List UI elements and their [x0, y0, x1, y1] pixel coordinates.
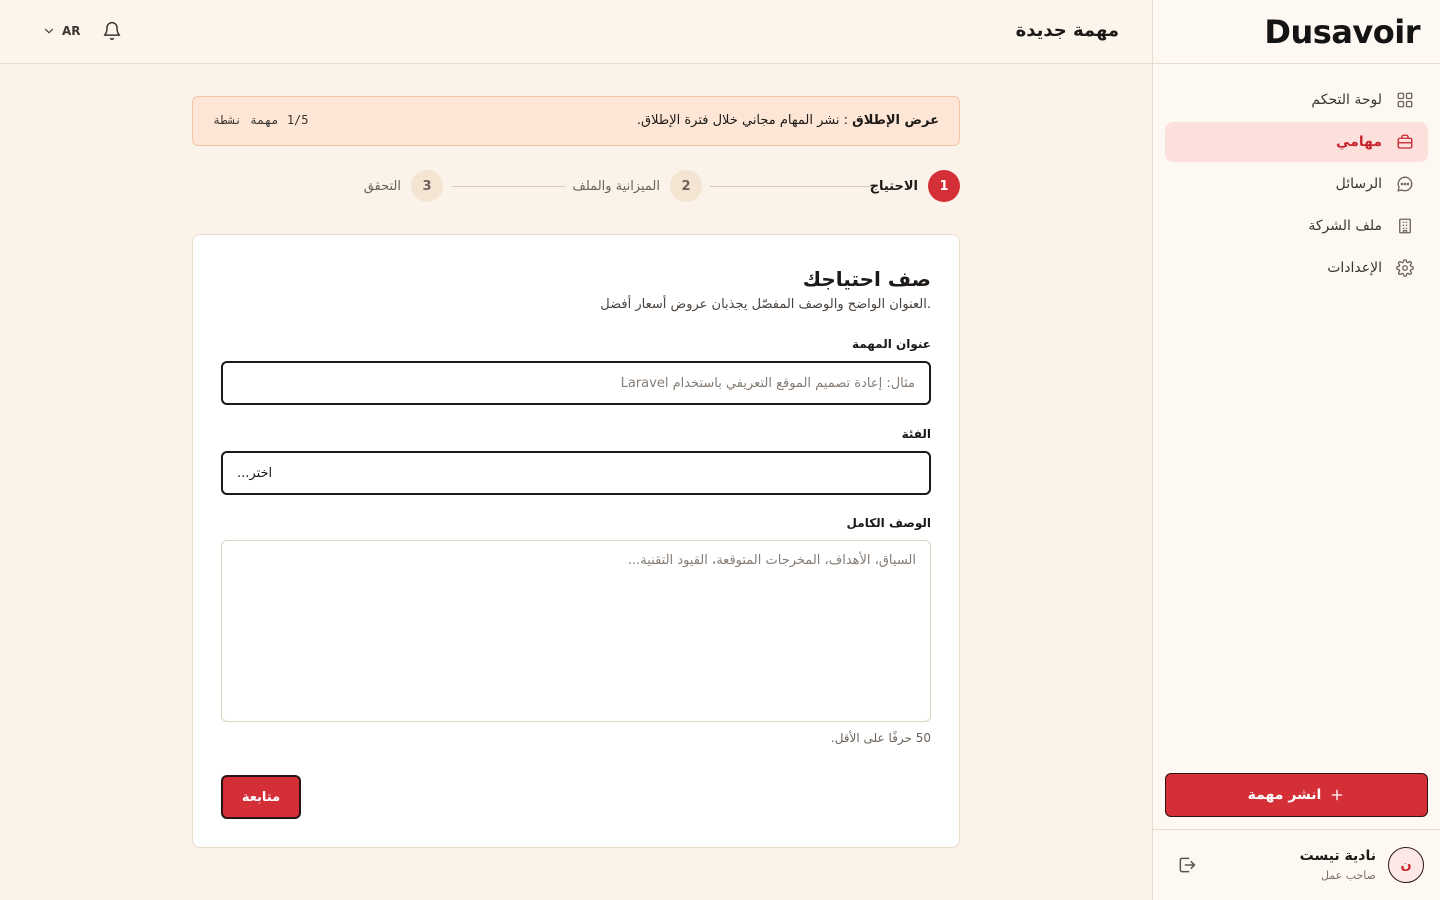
user-profile: ن نادية تيست صاحب عمل	[1153, 829, 1440, 900]
step-label: الميزانية والملف	[572, 178, 660, 194]
chevron-down-icon	[44, 28, 54, 34]
description-label: الوصف الكامل	[846, 516, 931, 530]
step-label: الاحتياج	[869, 178, 918, 194]
plus-icon	[1331, 789, 1343, 801]
sidebar-item-dashboard[interactable]: لوحة التحكم	[1165, 80, 1428, 120]
sidebar: Dusavoir لوحة التحكم مهامي الرسائل ملف ا…	[1152, 0, 1440, 900]
gear-icon	[1396, 259, 1414, 277]
publish-label: انشر مهمة	[1247, 787, 1322, 803]
category-select[interactable]: اختر...	[221, 451, 931, 495]
step-need: الاحتياج 1	[870, 170, 960, 202]
top-bar: مهمة جديدة AR	[0, 0, 1152, 64]
language-switcher[interactable]: AR	[42, 24, 81, 38]
logout-icon[interactable]	[1177, 855, 1197, 875]
building-icon	[1399, 218, 1411, 234]
continue-button[interactable]: متابعة	[221, 775, 301, 819]
step-connector	[710, 186, 870, 187]
launch-offer-banner: عرض الإطلاق : نشر المهام مجاني خلال فترة…	[192, 96, 960, 146]
sidebar-item-messages[interactable]: الرسائل	[1165, 164, 1428, 204]
count-value: 1/5	[286, 113, 309, 127]
sidebar-item-settings[interactable]: الإعدادات	[1165, 248, 1428, 288]
step-verification: التحقق 3	[364, 170, 443, 202]
sidebar-item-label: لوحة التحكم	[1311, 92, 1382, 108]
logo-area: Dusavoir	[1153, 0, 1440, 64]
publish-task-button[interactable]: انشر مهمة	[1165, 773, 1428, 817]
active-task-count: نشطة مهمة 1/5	[213, 113, 309, 127]
description-textarea[interactable]	[221, 540, 931, 722]
sidebar-item-my-tasks[interactable]: مهامي	[1165, 122, 1428, 162]
chat-icon	[1397, 176, 1413, 192]
banner-message: : نشر المهام مجاني خلال فترة الإطلاق.	[636, 113, 853, 128]
logo: Dusavoir	[1264, 12, 1420, 51]
description-hint: 50 حرفًا على الأقل.	[830, 731, 931, 745]
step-number: 2	[670, 170, 702, 202]
banner-text: عرض الإطلاق : نشر المهام مجاني خلال فترة…	[637, 113, 939, 128]
sidebar-item-company-profile[interactable]: ملف الشركة	[1165, 206, 1428, 246]
sidebar-item-label: الرسائل	[1335, 176, 1382, 192]
briefcase-icon	[1397, 134, 1413, 149]
task-title-label: عنوان المهمة	[851, 337, 931, 351]
count-unit: مهمة	[249, 113, 279, 127]
sidebar-nav: لوحة التحكم مهامي الرسائل ملف الشركة الإ…	[1153, 64, 1440, 288]
user-name: نادية تيست	[1299, 848, 1376, 864]
sidebar-item-label: مهامي	[1336, 134, 1382, 150]
language-label: AR	[62, 24, 81, 38]
task-title-input[interactable]	[221, 361, 931, 405]
task-form-card: صف احتياجك العنوان الواضح والوصف المفصّل…	[192, 234, 960, 848]
step-connector	[452, 186, 565, 187]
step-number: 3	[411, 170, 443, 202]
avatar[interactable]: ن	[1388, 847, 1424, 883]
category-label: الفئة	[901, 427, 931, 441]
page-title: مهمة جديدة	[1015, 20, 1119, 41]
grid-icon	[1397, 92, 1413, 108]
step-label: التحقق	[363, 178, 401, 194]
user-role: صاحب عمل	[1320, 869, 1376, 882]
sidebar-item-label: ملف الشركة	[1308, 218, 1382, 234]
category-value: اختر...	[237, 465, 273, 481]
bell-icon[interactable]	[102, 21, 122, 41]
banner-bold: عرض الإطلاق	[852, 113, 939, 128]
sidebar-item-label: الإعدادات	[1327, 260, 1382, 276]
step-number: 1	[928, 170, 960, 202]
step-budget: الميزانية والملف 2	[572, 170, 702, 202]
form-title: صف احتياجك	[802, 267, 931, 291]
form-subtitle: العنوان الواضح والوصف المفصّل يجذبان عرو…	[600, 297, 931, 312]
count-status: نشطة	[213, 113, 242, 127]
